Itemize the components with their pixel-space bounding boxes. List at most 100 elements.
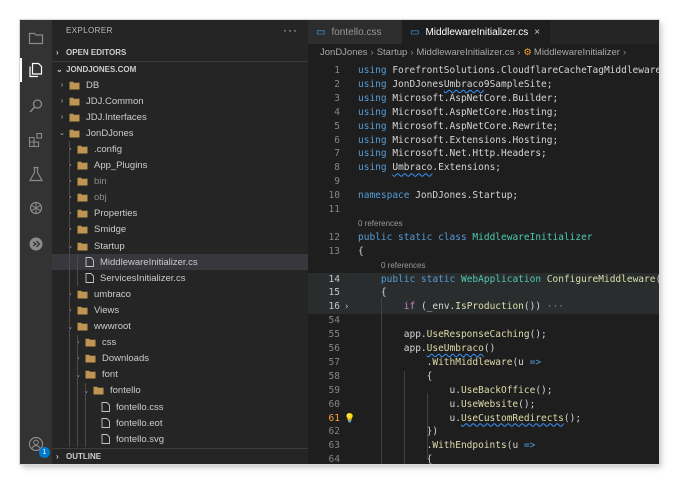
- folder-item[interactable]: › DB: [52, 77, 308, 93]
- explorer-icon[interactable]: [20, 58, 48, 82]
- code-token: WithMiddleware: [432, 356, 513, 368]
- code-token: (: [655, 274, 659, 285]
- folder-item[interactable]: › JDJ.Interfaces: [52, 109, 308, 125]
- line-number: 15: [328, 287, 340, 299]
- chevron-right-icon: ›: [76, 355, 80, 363]
- breadcrumb-item[interactable]: JonDJones: [320, 47, 368, 58]
- outline-section[interactable]: › OUTLINE: [52, 448, 308, 464]
- folder-icon: [85, 354, 96, 363]
- file-item[interactable]: fontello.css: [52, 399, 308, 415]
- tab-middlewareinitializer-cs[interactable]: ▭ MiddlewareInitializer.cs ×: [402, 20, 550, 44]
- folder-item[interactable]: ⌄ JonDJones: [52, 125, 308, 141]
- tree-item-label: fontello.eot: [116, 417, 163, 429]
- breadcrumb-item[interactable]: MiddlewareInitializer.cs: [417, 47, 515, 58]
- code-line: 16 › if (_env.IsProduction()) ···: [308, 300, 659, 315]
- folder-icon: [77, 322, 88, 331]
- folder-item[interactable]: ⌄ Startup: [52, 238, 308, 254]
- code-text: using Microsoft.AspNetCore.Hosting;: [358, 106, 558, 120]
- tree-item-label: obj: [94, 192, 107, 204]
- code-token: {: [358, 245, 364, 257]
- folder-item[interactable]: › obj: [52, 190, 308, 206]
- file-item[interactable]: MiddlewareInitializer.cs: [52, 254, 308, 271]
- more-actions-icon[interactable]: ···: [283, 23, 298, 37]
- folder-item[interactable]: ⌄ wwwroot: [52, 319, 308, 335]
- folder-item[interactable]: › bin: [52, 174, 308, 190]
- chevron-right-icon: ›: [68, 210, 72, 218]
- code-token: =>: [529, 356, 542, 368]
- folder-item[interactable]: › css: [52, 335, 308, 351]
- account-badge: 1: [39, 447, 50, 458]
- folder-item[interactable]: › .config: [52, 141, 308, 157]
- workspace-section[interactable]: ⌄ JONDJONES.COM: [52, 61, 308, 77]
- close-icon[interactable]: ×: [534, 27, 540, 38]
- codelens-label[interactable]: 0 references: [381, 259, 425, 273]
- folder-item[interactable]: ⌄ font: [52, 367, 308, 383]
- folder-item[interactable]: ⌄ fontello: [52, 383, 308, 399]
- line-number: 10: [328, 190, 340, 202]
- code-token: JonDJones.Startup;: [409, 190, 519, 202]
- chevron-right-icon: ›: [68, 226, 72, 234]
- code-token: UseUmbraco: [426, 343, 484, 354]
- code-token: Umbraco: [443, 78, 484, 90]
- testing-icon[interactable]: [24, 162, 48, 186]
- tree-item-label: fontello.svg: [116, 433, 165, 445]
- code-editor[interactable]: 1 using ForefrontSolutions.CloudflareCach…: [308, 61, 659, 464]
- tree-item-label: .config: [94, 143, 122, 155]
- code-token: WithEndpoints: [432, 440, 507, 452]
- codelens-label[interactable]: 0 references: [358, 217, 402, 231]
- code-line: 3 using Microsoft.AspNetCore.Builder;: [308, 92, 659, 106]
- code-token: Microsoft.Net.Http.Headers;: [386, 148, 547, 160]
- code-token: .Extensions;: [432, 162, 502, 174]
- folder-icon: [69, 113, 80, 122]
- chevron-right-icon: ›: [60, 81, 64, 89]
- breadcrumb-item[interactable]: MiddlewareInitializer: [534, 47, 620, 58]
- folder-item[interactable]: › Downloads: [52, 351, 308, 367]
- code-text: using Microsoft.Net.Http.Headers;: [358, 147, 547, 161]
- code-token: Microsoft.AspNetCore.Hosting;: [386, 106, 559, 118]
- code-token: app.: [358, 329, 427, 341]
- files-icon[interactable]: [24, 26, 48, 50]
- open-editors-section[interactable]: › OPEN EDITORS: [52, 44, 308, 60]
- code-token: UseCustomRedirects: [460, 412, 564, 424]
- chevron-right-icon: ›: [68, 290, 72, 298]
- tab-fontello-css[interactable]: ▭ fontello.css: [308, 20, 402, 44]
- line-number: 11: [328, 204, 340, 215]
- folder-item[interactable]: › umbraco: [52, 286, 308, 302]
- search-icon[interactable]: [24, 94, 48, 118]
- csharp-file-icon: ▭: [410, 26, 420, 38]
- code-token: u.: [358, 384, 461, 396]
- code-line: 15 {: [308, 286, 659, 301]
- indent-guide: [85, 382, 86, 448]
- folder-item[interactable]: › JDJ.Common: [52, 93, 308, 109]
- line-number: 59: [328, 384, 340, 396]
- folder-item[interactable]: › Smidge: [52, 222, 308, 238]
- vscode-window: 1 EXPLORER ··· › OPEN EDITORS ⌄ JONDJONE…: [20, 20, 659, 464]
- chevron-down-icon: ⌄: [56, 65, 63, 74]
- lightbulb-icon[interactable]: 💡: [344, 412, 355, 426]
- file-item[interactable]: fontello.eot: [52, 415, 308, 431]
- code-line: 61 💡 u.UseCustomRedirects();: [308, 412, 659, 426]
- tree-item-label: Properties: [94, 208, 138, 220]
- code-text: public static class MiddlewareInitialize…: [358, 231, 593, 245]
- file-item[interactable]: ServicesInitializer.cs: [52, 270, 308, 286]
- openai-icon[interactable]: [24, 196, 48, 220]
- file-item[interactable]: fontello.svg: [52, 431, 308, 447]
- account-icon[interactable]: 1: [24, 432, 50, 458]
- code-text: using Microsoft.Extensions.Hosting;: [358, 134, 558, 148]
- code-token: using: [358, 120, 387, 132]
- code-line: 6 using Microsoft.Extensions.Hosting;: [308, 134, 659, 148]
- code-token: using: [358, 65, 387, 76]
- chevron-right-icon[interactable]: ›: [344, 300, 349, 314]
- breadcrumb-item[interactable]: Startup: [377, 47, 408, 58]
- code-line: 5 using Microsoft.AspNetCore.Rewrite;: [308, 120, 659, 134]
- folder-item[interactable]: › Views: [52, 302, 308, 318]
- remote-icon[interactable]: [24, 232, 48, 256]
- folder-item[interactable]: › Properties: [52, 206, 308, 222]
- folder-item[interactable]: › App_Plugins: [52, 158, 308, 174]
- file-icon: [101, 418, 110, 429]
- indent-guide: [427, 393, 428, 459]
- extensions-icon[interactable]: [24, 128, 48, 152]
- code-line: 63 .WithEndpoints(u =>: [308, 439, 659, 453]
- explorer-sidebar: EXPLORER ··· › OPEN EDITORS ⌄ JONDJONES.…: [52, 20, 308, 464]
